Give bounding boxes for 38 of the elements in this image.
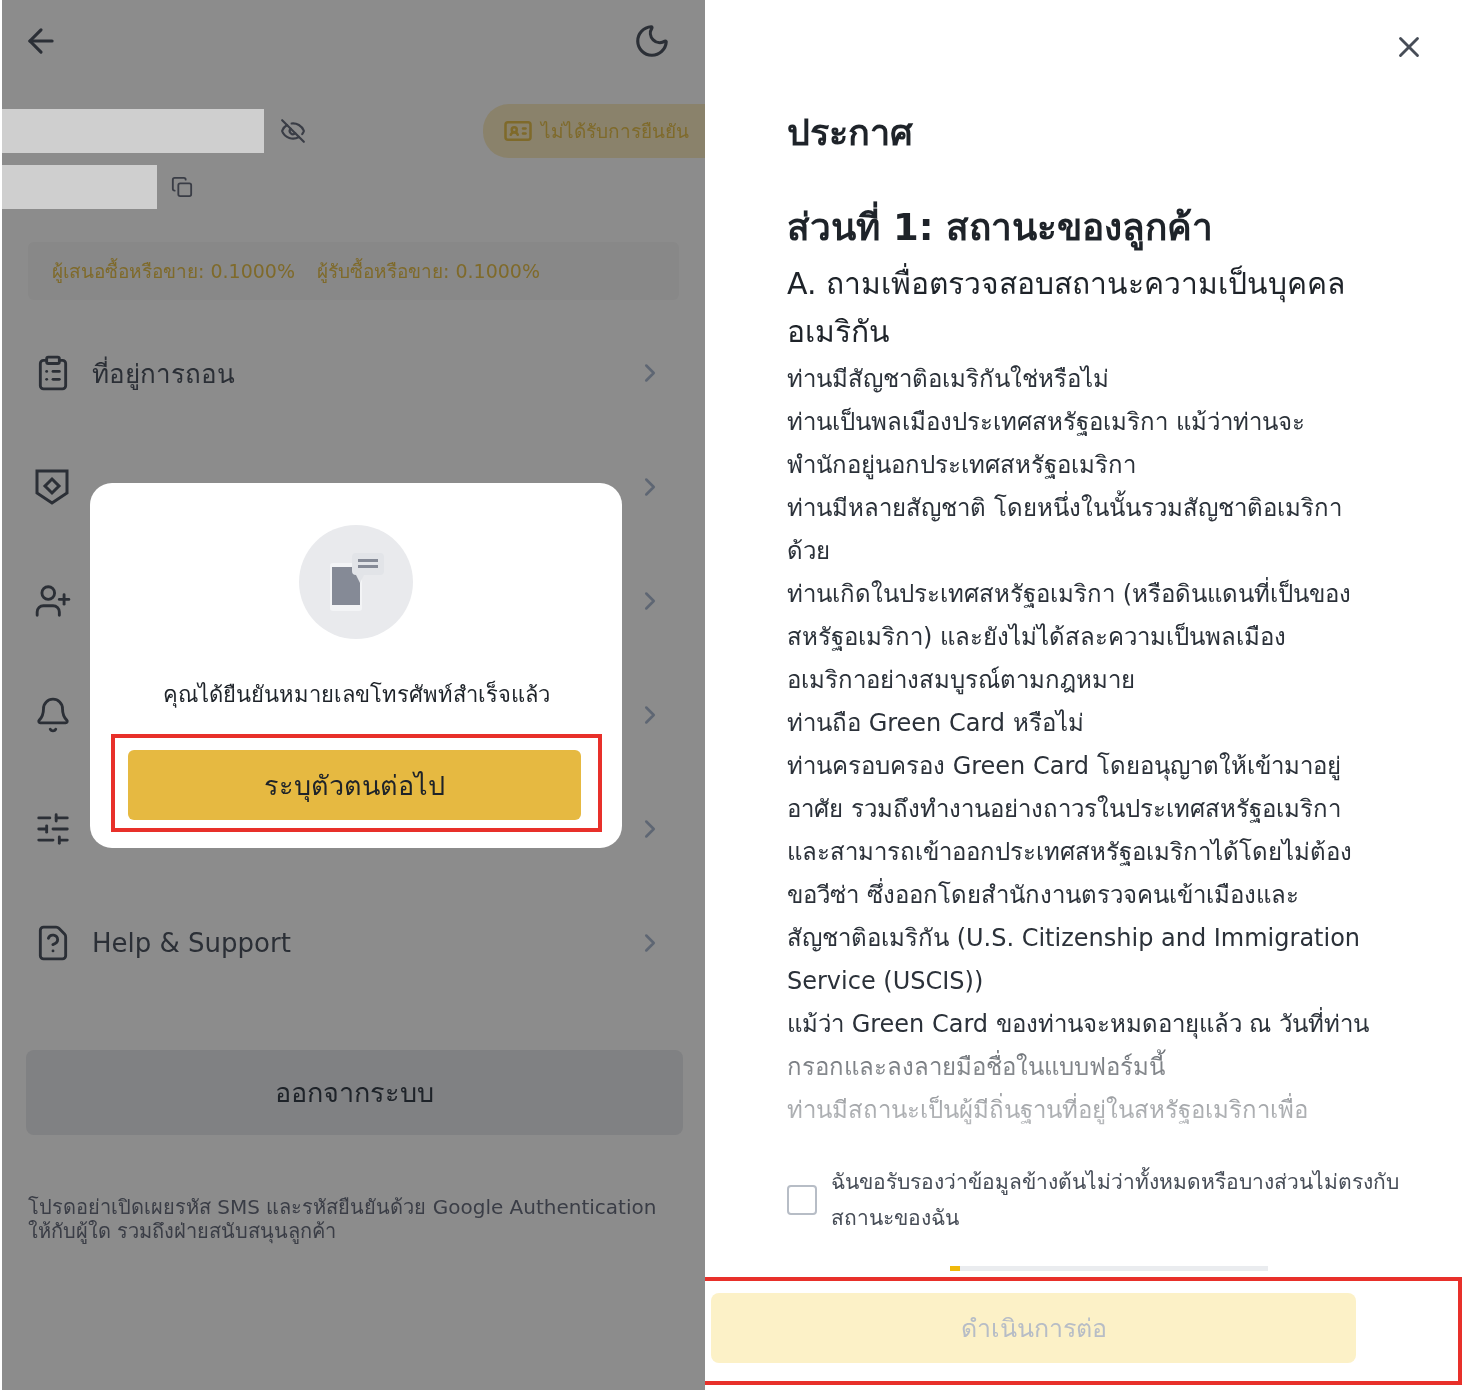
notice-text-line: สหรัฐอเมริกา) และยังไม่ได้สละความเป็นพลเมือง [787, 621, 1287, 653]
notice-text-line: ขอวีซ่า ซึ่งออกโดยสำนักงานตรวจคนเข้าเมืองและ [787, 874, 1369, 917]
notice-text-line: แม้ว่า Green Card ของท่านจะหมดอายุแล้ว ณ วันที่ท่าน [787, 1003, 1369, 1046]
question-heading: อเมริกัน [787, 313, 891, 351]
notice-text-line: ท่านมีสถานะเป็นผู้มีถิ่นฐานที่อยู่ในสหรัฐอเมริกาเพื่อ [787, 1089, 1369, 1132]
notice-text-line: ท่านมีหลายสัญชาติ โดยหนึ่งในนั้นรวมสัญชาติอเมริกา [787, 487, 1369, 530]
notice-text-line: ท่านถือ Green Card หรือไม่ [787, 708, 1085, 739]
notice-text-line: ท่านมีสัญชาติอเมริกันใช่หรือไม่ [787, 364, 1110, 395]
checkbox[interactable] [787, 1185, 817, 1215]
eye-slash-icon[interactable] [280, 118, 306, 144]
user-plus-icon [34, 582, 72, 620]
notice-text-line: Service (USCIS)) [787, 966, 985, 997]
shield-icon [34, 468, 70, 506]
notice-text-line: ท่านเป็นพลเมืองประเทศสหรัฐอเมริกา แม้ว่าท่านจะ [787, 406, 1306, 438]
dialog-message: คุณได้ยืนยันหมายเลขโทรศัพท์สำเร็จแล้ว [162, 679, 550, 710]
notice-text-line: อาศัย รวมถึงทำงานอย่างถาวรในประเทศสหรัฐอเมริกา [787, 794, 1342, 825]
fee-rate: ผู้เสนอซื้อหรือขาย: 0.1000% [52, 257, 295, 285]
notice-text-line: พำนักอยู่นอกประเทศสหรัฐอเมริกา [787, 450, 1137, 482]
notice-text-line: ด้วย [787, 536, 831, 567]
bell-icon [34, 696, 72, 734]
notice-text-line: สัญชาติอเมริกัน (U.S. Citizenship and Immigration [787, 923, 1362, 954]
security-warning: โปรดอย่าเปิดเผยรหัส SMS และรหัสยืนยันด้วย Google Authentication ให้กับผู้ใด รวมถึงฝ่ายสนับสนุนลูกค้า [28, 1195, 658, 1243]
notice-text-line: ท่านเกิดในประเทศสหรัฐอเมริกา (หรือดินแดนที่เป็นของ [787, 573, 1369, 616]
moon-icon[interactable] [633, 22, 671, 60]
notice-title: ประกาศ [787, 111, 914, 155]
copy-icon[interactable] [171, 176, 193, 198]
logout-button[interactable]: ออกจากระบบ [26, 1050, 683, 1135]
verify-identity-button[interactable]: ระบุตัวตนต่อไป [127, 750, 581, 820]
menu-label[interactable]: ที่อยู่การถอน [92, 358, 235, 389]
notice-text-line: ท่านครอบครอง Green Card โดยอนุญาตให้เข้ามาอยู่ [787, 751, 1342, 783]
question-heading: A. ถามเพื่อตรวจสอบสถานะความเป็นบุคคล [787, 260, 1478, 308]
notice-text-line: กรอกและลงลายมือชื่อในแบบฟอร์มนี้ [787, 1046, 1369, 1089]
notice-text-line: อเมริกาอย่างสมบูรณ์ตามกฎหมาย [787, 665, 1136, 697]
fee-rate: ผู้รับซื้อหรือขาย: 0.1000% [317, 257, 540, 285]
notice-text-line: และสามารถเข้าออกประเทศสหรัฐอเมริกาได้โดยไม่ต้อง [787, 837, 1353, 868]
section-heading: ส่วนที่ 1: สถานะของลูกค้า [787, 197, 1478, 256]
sliders-icon [34, 810, 72, 848]
menu-label[interactable]: Help & Support [92, 928, 291, 958]
